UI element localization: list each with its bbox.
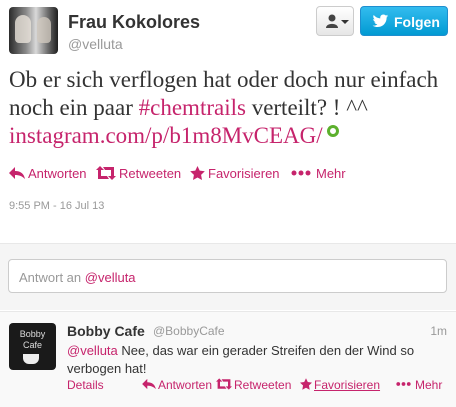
reply-display-name[interactable]: Bobby Cafe — [67, 323, 145, 339]
reply-mention-link[interactable]: @velluta — [67, 343, 118, 358]
retweet-icon — [96, 166, 116, 180]
retweet-icon — [216, 378, 232, 390]
star-icon — [190, 166, 205, 180]
twitter-bird-icon — [372, 14, 389, 28]
timestamp[interactable]: 9:55 PM - 16 Jul 13 — [9, 200, 104, 212]
favorite-label: Favorisieren — [208, 166, 280, 181]
reply-placeholder-mention: @velluta — [84, 270, 136, 285]
reply-label: Antworten — [158, 378, 213, 392]
coffee-cup-icon — [23, 354, 39, 364]
retweet-label: Retweeten — [119, 166, 182, 181]
details-link[interactable]: Details — [67, 378, 104, 392]
reply-section: Antwort an @velluta — [0, 243, 456, 310]
media-indicator-icon[interactable] — [326, 125, 339, 137]
reply-text-body: Nee, das war ein gerader Streifen den de… — [67, 343, 415, 376]
retweet-label: Retweeten — [234, 378, 292, 392]
main-tweet: Frau Kokolores @velluta Folgen Ob er sic… — [0, 0, 456, 243]
more-dots-icon — [291, 170, 311, 176]
avatar[interactable] — [9, 7, 58, 54]
more-label: Mehr — [415, 378, 443, 392]
instagram-link[interactable]: instagram.com/p/b1m8MvCEAG/ — [9, 123, 323, 148]
avatar-text: Bobby — [19, 329, 46, 339]
reply-placeholder-prefix: Antwort an — [19, 270, 85, 285]
reply-tweet[interactable]: Bobby Cafe Bobby Cafe @BobbyCafe 1m @vel… — [0, 311, 456, 407]
hashtag-link[interactable]: #chemtrails — [139, 95, 246, 120]
chevron-down-icon — [341, 20, 349, 24]
favorite-label: Favorisieren — [314, 378, 381, 392]
reply-text: @velluta Nee, das war ein gerader Streif… — [67, 342, 437, 378]
reply-label: Antworten — [28, 166, 87, 181]
user-actions-dropdown-button[interactable] — [316, 6, 354, 36]
screen-name[interactable]: @velluta — [68, 36, 123, 52]
more-label: Mehr — [316, 166, 346, 181]
avatar[interactable]: Bobby Cafe — [9, 323, 56, 370]
follow-button[interactable]: Folgen — [360, 6, 448, 36]
reply-icon — [9, 167, 25, 179]
more-dots-icon — [396, 382, 411, 386]
avatar-text: Cafe — [22, 340, 42, 350]
display-name[interactable]: Frau Kokolores — [68, 12, 200, 33]
reply-input[interactable]: Antwort an @velluta — [8, 259, 447, 293]
reply-icon — [142, 378, 156, 390]
follow-button-label: Folgen — [394, 14, 440, 30]
tweet-text: Ob er sich verflogen hat oder doch nur e… — [9, 66, 449, 150]
tweet-text-part: verteilt? ! ^^ — [245, 95, 368, 120]
person-icon — [326, 14, 338, 28]
star-icon — [300, 378, 312, 390]
reply-screen-name[interactable]: @BobbyCafe — [153, 324, 225, 338]
reply-time[interactable]: 1m — [430, 324, 447, 338]
